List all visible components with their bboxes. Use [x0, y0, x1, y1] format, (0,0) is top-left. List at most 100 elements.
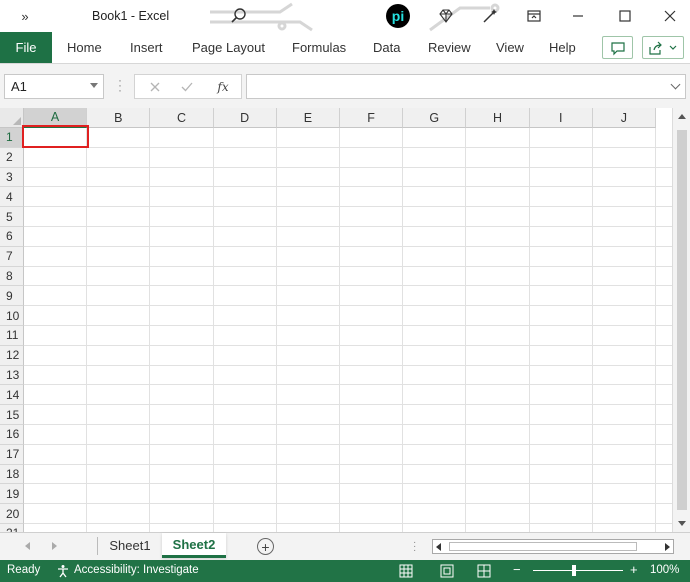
name-box[interactable]: A1	[4, 74, 104, 99]
column-header[interactable]: D	[213, 108, 277, 128]
ribbon-tabs: File Home Insert Page Layout Formulas Da…	[0, 32, 690, 64]
row-header[interactable]: 6	[0, 227, 24, 247]
magic-wand-icon[interactable]	[480, 6, 500, 26]
splitter-handle-icon[interactable]: · · ·	[413, 538, 416, 556]
worksheet-grid[interactable]: A B C D E F G H I J 1 2 3 4 5 6 7 8 9 10 11 12 13 14 15 16 17 18 19 2…	[0, 108, 690, 532]
column-header[interactable]: B	[87, 108, 151, 128]
row-header[interactable]: 16	[0, 425, 24, 445]
grid-column-line	[591, 128, 593, 532]
vertical-scroll-thumb[interactable]	[677, 130, 687, 510]
row-header[interactable]: 1	[0, 128, 24, 148]
active-cell-a1[interactable]	[22, 125, 89, 148]
more-options-icon[interactable]: · · ·	[116, 74, 124, 96]
grid-row-line	[24, 146, 672, 148]
zoom-slider-thumb[interactable]	[572, 565, 576, 576]
tab-help[interactable]: Help	[549, 32, 576, 63]
row-header[interactable]: 2	[0, 147, 24, 168]
grid-row-line	[24, 364, 672, 366]
cancel-icon[interactable]	[145, 78, 165, 96]
row-header[interactable]: 20	[0, 504, 24, 524]
enter-check-icon[interactable]	[177, 78, 197, 96]
row-header[interactable]: 21	[0, 524, 24, 532]
search-icon[interactable]	[228, 6, 248, 26]
normal-view-icon[interactable]	[398, 563, 414, 579]
column-header[interactable]: J	[592, 108, 656, 128]
pi-badge-text: pi	[391, 8, 405, 24]
column-header[interactable]: H	[466, 108, 530, 128]
zoom-in-button[interactable]: +	[630, 562, 638, 577]
row-header[interactable]: 13	[0, 365, 24, 386]
row-header[interactable]: 19	[0, 484, 24, 505]
zoom-out-button[interactable]: −	[513, 562, 521, 577]
sheet-tab-sheet2[interactable]: Sheet2	[162, 533, 226, 558]
column-header[interactable]: F	[340, 108, 404, 128]
tab-view[interactable]: View	[496, 32, 524, 63]
minimize-button[interactable]	[560, 4, 596, 28]
select-all-corner[interactable]	[0, 108, 24, 128]
row-header[interactable]: 5	[0, 207, 24, 227]
column-header[interactable]: C	[150, 108, 214, 128]
quick-access-toolbar-expand[interactable]: »	[0, 9, 50, 24]
scroll-left-arrow-icon[interactable]	[433, 542, 445, 552]
formula-input[interactable]	[246, 74, 686, 99]
close-button[interactable]	[652, 4, 688, 28]
grid-row-line	[24, 503, 672, 505]
chevron-down-icon[interactable]	[90, 83, 98, 88]
row-header[interactable]: 10	[0, 306, 24, 326]
row-header[interactable]: 11	[0, 326, 24, 346]
sheet-tab-sheet1[interactable]: Sheet1	[100, 533, 160, 558]
ribbon-display-options-icon[interactable]	[524, 6, 544, 26]
column-header[interactable]: G	[403, 108, 467, 128]
row-header[interactable]: 8	[0, 266, 24, 287]
column-header[interactable]: E	[276, 108, 340, 128]
tab-page-layout[interactable]: Page Layout	[192, 32, 265, 63]
row-header[interactable]: 4	[0, 187, 24, 208]
accessibility-status[interactable]: Accessibility: Investigate	[74, 564, 199, 576]
row-header[interactable]: 9	[0, 286, 24, 307]
zoom-slider[interactable]	[533, 570, 623, 571]
accessibility-icon[interactable]	[55, 563, 71, 579]
grid-row-line	[24, 404, 672, 406]
page-break-preview-icon[interactable]	[476, 563, 492, 579]
row-header[interactable]: 18	[0, 464, 24, 485]
add-sheet-button[interactable]: +	[257, 538, 274, 555]
grid-column-line	[402, 128, 404, 532]
maximize-button[interactable]	[607, 4, 643, 28]
grid-row-line	[24, 166, 672, 168]
next-sheet-arrow-icon[interactable]	[52, 542, 57, 550]
grid-row-line	[24, 424, 672, 425]
row-header[interactable]: 7	[0, 246, 24, 267]
row-header[interactable]: 14	[0, 385, 24, 406]
page-layout-view-icon[interactable]	[439, 563, 455, 579]
tab-home[interactable]: Home	[67, 32, 102, 63]
grid-row-line	[24, 483, 672, 485]
scroll-right-arrow-icon[interactable]	[661, 542, 673, 552]
grid-row-line	[24, 245, 672, 247]
comments-button[interactable]	[602, 36, 633, 59]
horizontal-scroll-thumb[interactable]	[449, 542, 637, 551]
grid-column-line	[465, 128, 467, 532]
tab-review[interactable]: Review	[428, 32, 471, 63]
diamond-icon[interactable]	[436, 6, 456, 26]
vertical-scrollbar[interactable]	[672, 108, 690, 532]
tab-insert[interactable]: Insert	[130, 32, 163, 63]
share-button[interactable]	[642, 36, 684, 59]
row-header[interactable]: 17	[0, 444, 24, 465]
prev-sheet-arrow-icon[interactable]	[25, 542, 30, 550]
zoom-level[interactable]: 100%	[650, 564, 679, 576]
scroll-down-arrow-icon[interactable]	[678, 521, 686, 526]
grid-row-line	[24, 285, 672, 287]
tab-data[interactable]: Data	[373, 32, 400, 63]
row-header[interactable]: 12	[0, 345, 24, 366]
insert-function-icon[interactable]: fx	[213, 78, 233, 96]
tab-formulas[interactable]: Formulas	[292, 32, 346, 63]
scroll-up-arrow-icon[interactable]	[678, 114, 686, 119]
expand-formula-bar-icon[interactable]	[670, 79, 681, 90]
row-header[interactable]: 3	[0, 167, 24, 188]
share-icon	[649, 41, 662, 55]
row-header[interactable]: 15	[0, 405, 24, 425]
title-bar: » Book1 - Excel pi	[0, 0, 690, 32]
horizontal-scrollbar[interactable]	[432, 539, 674, 554]
column-header[interactable]: I	[529, 108, 593, 128]
tab-file[interactable]: File	[0, 32, 52, 63]
